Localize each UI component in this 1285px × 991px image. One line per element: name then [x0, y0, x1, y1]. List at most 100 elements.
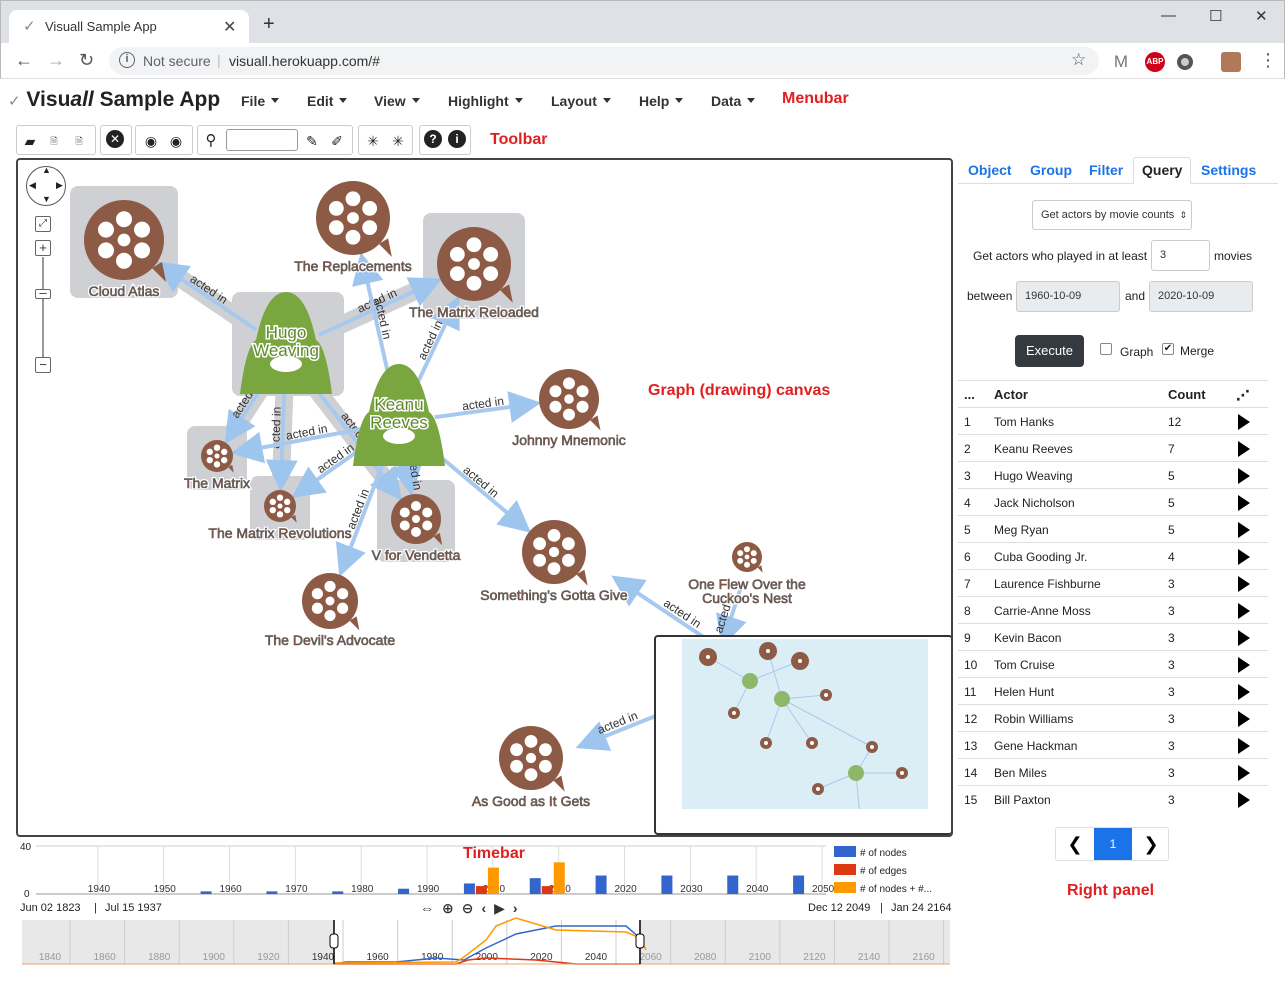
app-brand[interactable]: ✓ Visuall Sample App [8, 88, 220, 112]
column-header[interactable]: ... [964, 387, 975, 402]
overview-handle[interactable] [635, 933, 645, 949]
next-page-icon[interactable]: ❯ [1132, 828, 1170, 860]
back-icon[interactable]: ← [15, 50, 33, 71]
adblock-icon[interactable]: ABP [1145, 52, 1165, 72]
table-row[interactable]: 1 Tom Hanks 12 [958, 407, 1268, 434]
current-page[interactable]: 1 [1094, 828, 1132, 860]
url-text[interactable]: visuall.herokuapp.com/# [229, 53, 380, 69]
zoom-out-icon[interactable]: ⊖ [462, 900, 482, 916]
reload-icon[interactable]: ↻ [79, 50, 94, 71]
overview-handle[interactable] [329, 933, 339, 949]
show-in-graph-icon[interactable] [1238, 522, 1250, 538]
play-icon[interactable]: ▶ [494, 900, 513, 916]
forward-icon[interactable]: → [47, 50, 65, 71]
extension-circle-icon[interactable] [1177, 54, 1193, 70]
search-icon[interactable]: ⚲ [201, 131, 221, 151]
graph-nodes-icon[interactable]: ⋰ [1236, 387, 1250, 404]
browser-tab[interactable]: ✓ Visuall Sample App ✕ [9, 10, 249, 44]
recalculate-layout-icon[interactable]: ✳ [388, 131, 408, 151]
show-in-graph-icon[interactable] [1238, 468, 1250, 484]
show-in-graph-icon[interactable] [1238, 630, 1250, 646]
show-in-graph-icon[interactable] [1238, 414, 1250, 430]
graph-node-cuckoo[interactable]: One Flew Over theOne Flew Over theCuckoo… [687, 542, 807, 608]
graph-node-johnny[interactable]: Johnny MnemonicJohnny Mnemonic [511, 369, 627, 450]
zoom-slider-handle[interactable]: – [35, 286, 51, 299]
tab-filter[interactable]: Filter [1089, 162, 1123, 178]
tab-object[interactable]: Object [968, 162, 1012, 178]
zoom-slider-track[interactable] [42, 257, 44, 357]
table-row[interactable]: 6 Cuba Gooding Jr. 4 [958, 542, 1268, 569]
zoom-in-icon[interactable]: ⊕ [442, 900, 462, 916]
show-in-graph-icon[interactable] [1238, 495, 1250, 511]
browser-menu-icon[interactable]: ⋮ [1259, 50, 1277, 71]
step-forward-icon[interactable]: › [513, 900, 526, 916]
table-row[interactable]: 3 Hugo Weaving 5 [958, 461, 1268, 488]
extension-m-icon[interactable]: M [1111, 52, 1131, 72]
erase-highlight-icon[interactable]: ✐ [327, 131, 347, 151]
highlight-icon[interactable]: ✎ [302, 131, 322, 151]
pan-right-icon[interactable]: ▶ [56, 180, 63, 191]
omnibox[interactable]: i Not secure | visuall.herokuapp.com/# ☆ [109, 47, 1099, 75]
query-select[interactable]: Get actors by movie counts ⇕ [1032, 200, 1192, 230]
menu-view[interactable]: View [374, 93, 420, 109]
pan-control[interactable]: ▲ ▼ ◀ ▶ [26, 165, 66, 206]
table-row[interactable]: 14 Ben Miles 3 [958, 758, 1268, 785]
table-row[interactable]: 10 Tom Cruise 3 [958, 650, 1268, 677]
table-row[interactable]: 15 Bill Paxton 3 [958, 785, 1268, 812]
minimize-icon[interactable]: — [1161, 7, 1176, 24]
menu-edit[interactable]: Edit [307, 93, 347, 109]
tab-query[interactable]: Query [1133, 157, 1192, 184]
menu-file[interactable]: File [241, 93, 279, 109]
save-json-icon[interactable]: 🗎 [44, 131, 64, 151]
open-file-icon[interactable]: ▰ [20, 131, 40, 151]
show-in-graph-icon[interactable] [1238, 657, 1250, 673]
show-in-graph-icon[interactable] [1238, 549, 1250, 565]
show-in-graph-icon[interactable] [1238, 441, 1250, 457]
merge-checkbox[interactable]: ✔ [1162, 343, 1174, 355]
zoom-in-icon[interactable]: + [35, 240, 51, 256]
graph-node-keanu[interactable]: KeanuReeves [353, 364, 445, 466]
menu-help[interactable]: Help [639, 93, 683, 109]
layout-icon[interactable]: ✳ [363, 131, 383, 151]
navigator-viewport[interactable] [682, 639, 928, 823]
show-in-graph-icon[interactable] [1238, 576, 1250, 592]
menu-highlight[interactable]: Highlight [448, 93, 523, 109]
table-row[interactable]: 4 Jack Nicholson 5 [958, 488, 1268, 515]
table-row[interactable]: 8 Carrie-Anne Moss 3 [958, 596, 1268, 623]
graph-node-cloud[interactable]: Cloud AtlasCloud Atlas [84, 200, 166, 301]
profile-avatar[interactable] [1221, 52, 1241, 72]
search-input[interactable] [226, 129, 298, 151]
maximize-icon[interactable]: ☐ [1209, 7, 1222, 25]
prev-page-icon[interactable]: ❮ [1056, 828, 1094, 860]
table-row[interactable]: 12 Robin Williams 3 [958, 704, 1268, 731]
table-row[interactable]: 11 Helen Hunt 3 [958, 677, 1268, 704]
info-icon[interactable]: i [448, 130, 466, 148]
graph-node-sgg[interactable]: Something's Gotta GiveSomething's Gotta … [479, 520, 629, 605]
table-row[interactable]: 2 Keanu Reeves 7 [958, 434, 1268, 461]
table-row[interactable]: 7 Laurence Fishburne 3 [958, 569, 1268, 596]
zoom-out-icon[interactable]: − [35, 357, 51, 373]
pan-down-icon[interactable]: ▼ [42, 194, 51, 204]
graph-node-revol[interactable]: The Matrix RevolutionsThe Matrix Revolut… [207, 490, 353, 543]
graph-canvas[interactable]: acted in acted in acted in acted in acted in… [16, 158, 953, 837]
zoom-range-icon[interactable]: ⇔ [420, 900, 442, 916]
fit-icon[interactable]: ⤢ [35, 216, 51, 232]
date-from-input[interactable]: 1960-10-09 [1016, 281, 1120, 312]
table-row[interactable]: 9 Kevin Bacon 3 [958, 623, 1268, 650]
close-icon[interactable]: ✕ [1255, 7, 1268, 25]
show-icon[interactable]: ◉ [166, 131, 186, 151]
bookmark-star-icon[interactable]: ☆ [1071, 50, 1086, 70]
show-in-graph-icon[interactable] [1238, 765, 1250, 781]
menu-data[interactable]: Data [711, 93, 755, 109]
show-in-graph-icon[interactable] [1238, 738, 1250, 754]
table-row[interactable]: 5 Meg Ryan 5 [958, 515, 1268, 542]
tab-close-icon[interactable]: ✕ [223, 17, 236, 37]
tab-settings[interactable]: Settings [1201, 162, 1256, 178]
graph-node-asgood[interactable]: As Good as It GetsAs Good as It Gets [470, 726, 592, 811]
save-png-icon[interactable]: 🗎 [69, 131, 89, 151]
execute-button[interactable]: Execute [1015, 335, 1084, 367]
graph-node-repl[interactable]: The ReplacementsThe Replacements [293, 181, 413, 276]
info-icon[interactable]: i [119, 52, 135, 68]
pan-left-icon[interactable]: ◀ [29, 180, 36, 191]
table-row[interactable]: 13 Gene Hackman 3 [958, 731, 1268, 758]
